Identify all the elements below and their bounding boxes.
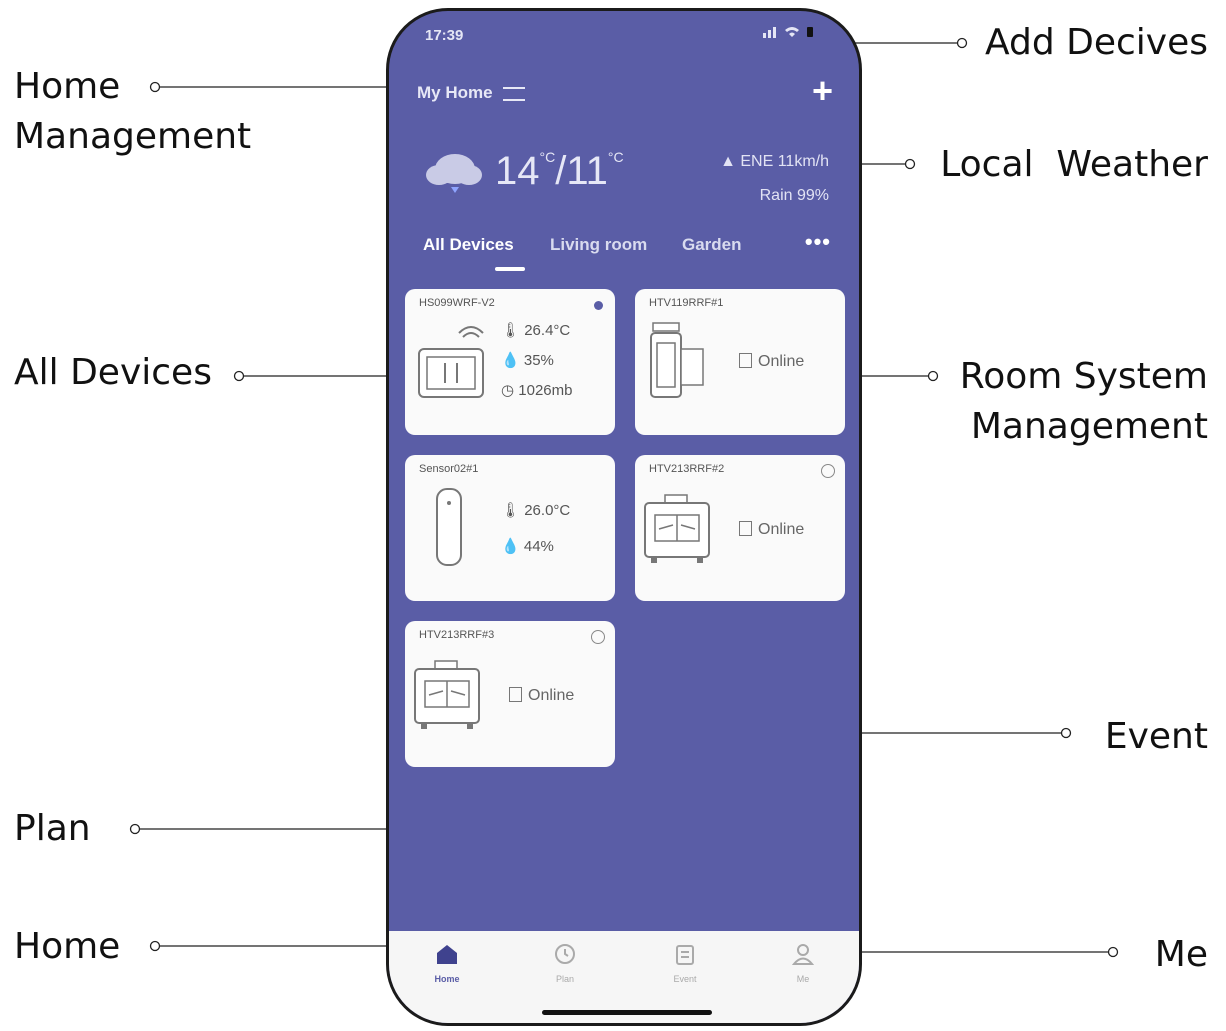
device-card-htv213rrf2[interactable]: HTV213RRF#2 Online [635, 455, 845, 601]
sensor-icon [436, 488, 462, 566]
card-pressure: 1026mb [518, 382, 573, 399]
device-name: HTV213RRF#2 [649, 463, 725, 475]
callout-local-weather: Local Weather [940, 144, 1208, 185]
device-card-hs099wrf[interactable]: HS099WRF-V2 🌡 26.4°C 💧 35% ◷ 1026mb [405, 289, 615, 435]
humidity-icon: 💧 [501, 352, 520, 369]
nav-event[interactable]: Event [655, 943, 715, 984]
thermostat-icon [418, 326, 484, 398]
home-indicator-bar[interactable] [542, 1010, 712, 1015]
callout-room-system-line2: Management [970, 406, 1208, 447]
card-online-status: Online [739, 353, 804, 371]
nav-me-label: Me [796, 974, 810, 984]
callout-add-devices: Add Decives [984, 22, 1208, 63]
callout-home-management-line1: Home [14, 66, 121, 107]
callout-home-management: Home Management [14, 62, 251, 162]
room-more-icon[interactable]: ••• [805, 229, 831, 255]
person-icon [791, 944, 815, 965]
room-tabs: All Devices Living room Garden ••• [423, 229, 835, 275]
card-temperature: 26.4°C [524, 322, 571, 339]
status-ring-icon [591, 630, 605, 644]
phone-screen: 17:39 My Home + 14°C/11°C ▲ ENE 11km/h R… [386, 8, 862, 1026]
device-name: HS099WRF-V2 [419, 297, 495, 309]
nav-home-label: Home [434, 974, 460, 984]
callout-home: Home [14, 926, 121, 967]
status-dot [594, 301, 603, 310]
card-humidity: 44% [523, 538, 554, 555]
temp-high: 14 [495, 149, 540, 193]
event-icon [676, 945, 694, 965]
home-icon [437, 945, 457, 964]
callout-event: Event [1104, 716, 1208, 757]
card-humidity: 35% [523, 352, 554, 369]
nav-event-label: Event [673, 974, 697, 984]
tab-all-devices[interactable]: All Devices [423, 235, 514, 255]
thermometer-icon: 🌡 [501, 322, 521, 339]
temp-unit-low: °C [607, 149, 624, 165]
nav-me[interactable]: Me [773, 943, 833, 984]
menu-lines-icon [503, 86, 526, 101]
callout-home-management-line2: Management [14, 116, 252, 157]
callout-room-system-management: Room System Management [960, 352, 1208, 452]
nav-plan-label: Plan [555, 974, 574, 984]
add-device-plus-icon[interactable]: + [812, 73, 833, 109]
radiator-controller-icon [644, 494, 710, 563]
tab-living-room[interactable]: Living room [550, 235, 647, 255]
wind-icon: ▲ [720, 153, 736, 170]
card-online-status: Online [509, 687, 574, 705]
wind-text: ENE 11km/h [740, 153, 829, 170]
callout-plan: Plan [14, 808, 91, 849]
home-management-selector[interactable]: My Home [417, 83, 526, 103]
nav-home[interactable]: Home [417, 943, 477, 984]
pressure-icon: ◷ [501, 382, 515, 399]
card-temperature: 26.0°C [524, 502, 571, 519]
humidity-icon: 💧 [501, 538, 520, 555]
active-tab-indicator [495, 267, 525, 271]
tab-garden[interactable]: Garden [682, 235, 742, 255]
callout-all-devices: All Devices [14, 352, 212, 393]
device-name: HTV119RRF#1 [649, 297, 724, 309]
device-name: Sensor02#1 [419, 463, 479, 475]
callout-me: Me [1154, 934, 1208, 975]
device-card-htv119rrf1[interactable]: HTV119RRF#1 Online [635, 289, 845, 435]
signal-wifi-battery-icon [763, 27, 813, 38]
home-title: My Home [417, 83, 493, 102]
device-name: HTV213RRF#3 [419, 629, 495, 641]
radiator-valve-icon [650, 322, 704, 398]
radiator-controller-icon [414, 660, 480, 729]
nav-plan[interactable]: Plan [535, 943, 595, 984]
clock-icon [555, 944, 575, 964]
local-weather-details: ▲ ENE 11km/h Rain 99% [720, 145, 829, 213]
temp-low: 11 [566, 149, 608, 193]
thermometer-icon: 🌡 [501, 502, 521, 519]
temperature-readout: 14°C/11°C [495, 149, 624, 193]
callout-room-system-line1: Room System [959, 356, 1208, 397]
status-icons [763, 25, 819, 42]
card-online-status: Online [739, 521, 804, 539]
device-card-htv213rrf3[interactable]: HTV213RRF#3 Online [405, 621, 615, 767]
rain-text: Rain 99% [759, 187, 829, 204]
device-card-sensor02[interactable]: Sensor02#1 🌡 26.0°C 💧 44% [405, 455, 615, 601]
temp-unit-high: °C [539, 149, 556, 165]
status-ring-icon [821, 464, 835, 478]
status-time: 17:39 [425, 27, 464, 44]
cloud-rain-icon [426, 154, 482, 193]
